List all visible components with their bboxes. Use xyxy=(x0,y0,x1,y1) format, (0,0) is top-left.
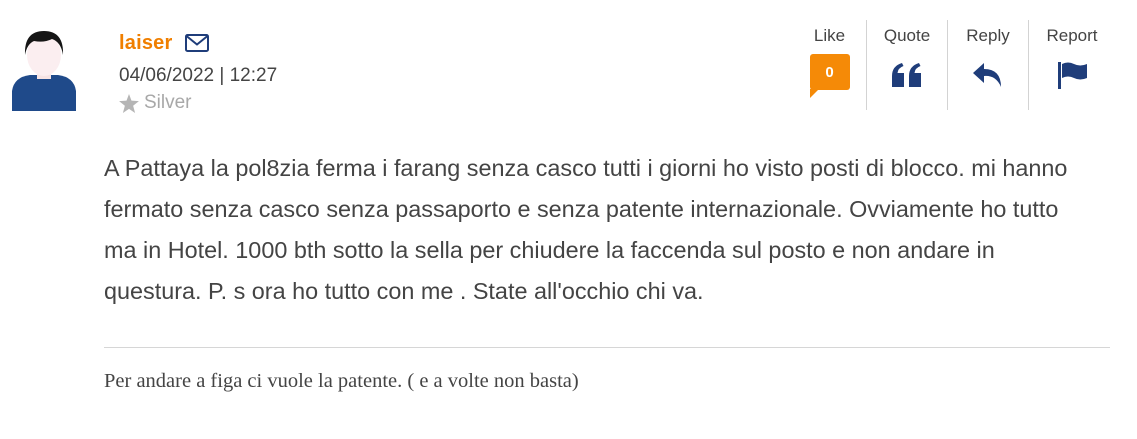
user-avatar-icon[interactable] xyxy=(10,25,78,111)
like-button[interactable]: Like 0 xyxy=(793,20,866,110)
post-body: A Pattaya la pol8zia ferma i farang senz… xyxy=(104,155,1068,304)
author-info: laiser 04/06/2022 | 12:27 Silver xyxy=(119,30,277,114)
post-actions: Like 0 Quote Reply Report xyxy=(793,20,1115,110)
report-button[interactable]: Report xyxy=(1029,20,1115,110)
forum-post: laiser 04/06/2022 | 12:27 Silver Like 0 xyxy=(0,0,1137,439)
user-rank: Silver xyxy=(119,92,277,114)
username-link[interactable]: laiser xyxy=(119,32,172,55)
envelope-icon[interactable] xyxy=(185,34,210,52)
flag-icon[interactable] xyxy=(1056,60,1088,90)
signature-divider xyxy=(104,347,1110,348)
quote-button[interactable]: Quote xyxy=(867,20,947,110)
like-count-badge[interactable]: 0 xyxy=(809,54,850,98)
reply-button[interactable]: Reply xyxy=(948,20,1028,110)
reply-arrow-icon[interactable] xyxy=(972,60,1004,90)
quote-icon[interactable] xyxy=(892,60,922,90)
post-datetime: 04/06/2022 | 12:27 xyxy=(119,65,278,86)
rank-label: Silver xyxy=(144,92,192,113)
like-label: Like xyxy=(813,26,846,45)
quote-label: Quote xyxy=(883,26,931,45)
reply-label: Reply xyxy=(966,26,1010,45)
user-signature: Per andare a figa ci vuole la patente. (… xyxy=(104,370,579,392)
star-icon xyxy=(119,93,139,113)
report-label: Report xyxy=(1046,26,1098,45)
